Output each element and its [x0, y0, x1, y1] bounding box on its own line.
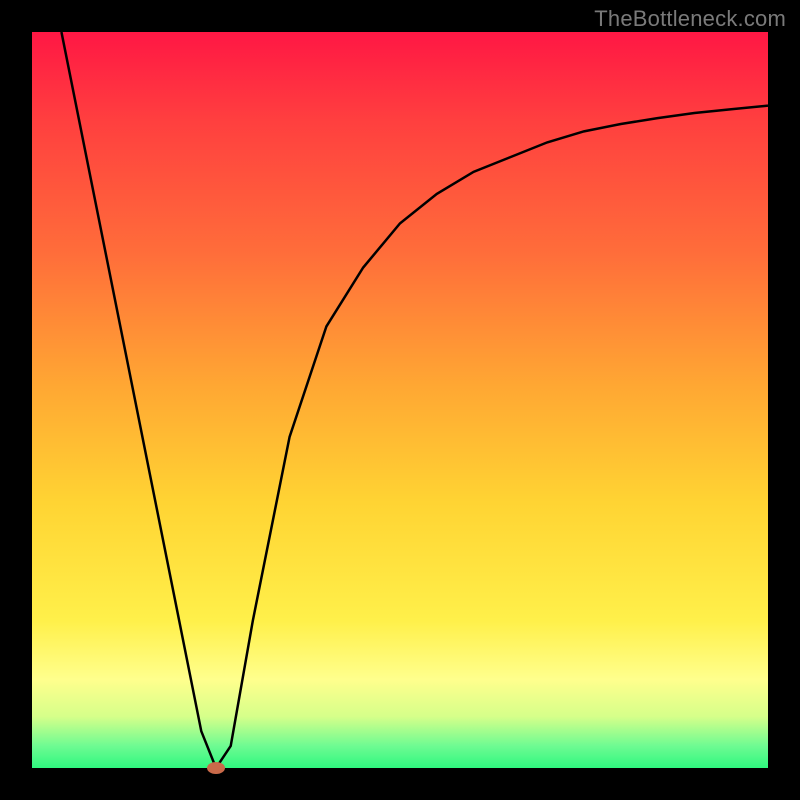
watermark-text: TheBottleneck.com	[594, 6, 786, 32]
minimum-marker	[207, 762, 225, 774]
chart-frame: TheBottleneck.com	[0, 0, 800, 800]
curve-layer	[32, 32, 768, 768]
bottleneck-curve	[61, 32, 768, 768]
